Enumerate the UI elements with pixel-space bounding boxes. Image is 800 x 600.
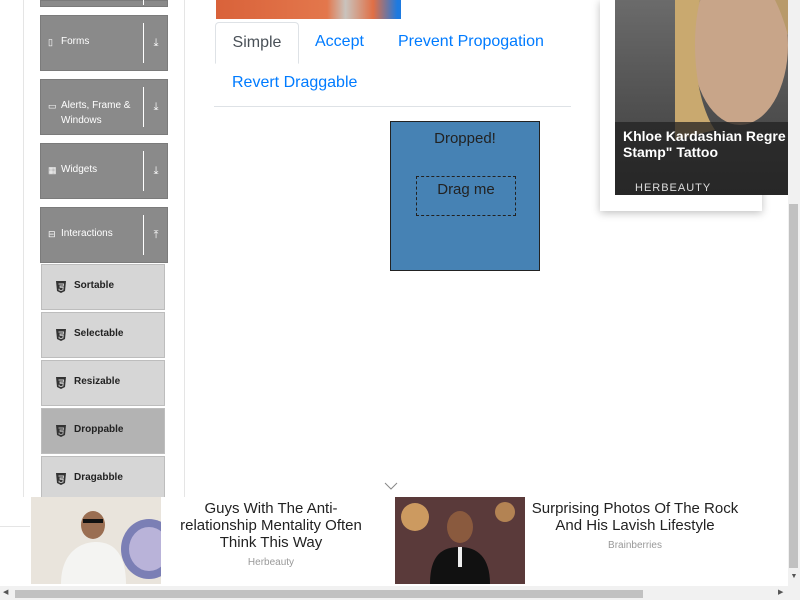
sidebar-group-alerts[interactable]: ▭ Alerts, Frame & Windows ⤓ (40, 79, 168, 135)
drag-box-text: Drag me (437, 181, 495, 198)
sidebar-item-sortable[interactable]: Sortable (41, 264, 165, 310)
group-separator (143, 23, 144, 63)
tab-revert-draggable[interactable]: Revert Draggable (232, 73, 357, 93)
sidebar-item-selectable[interactable]: Selectable (41, 312, 165, 358)
sidebar-item-droppable[interactable]: Droppable (41, 408, 165, 454)
sidebar-group-partial[interactable] (40, 0, 168, 7)
sidebar-item-dragabble[interactable]: Dragabble (41, 456, 165, 502)
tab-accept[interactable]: Accept (315, 32, 364, 52)
scroll-left-icon[interactable]: ◀ (3, 588, 11, 598)
ad-title-bottom-1[interactable]: Guys With The Anti-relationship Mentalit… (168, 500, 374, 551)
minus-square-icon: ⊟ (48, 229, 56, 239)
window-icon: ▭ (48, 101, 57, 111)
sidebar-border-left (23, 0, 24, 528)
group-separator (143, 215, 144, 255)
drag-box[interactable]: Drag me (416, 176, 516, 216)
ad-source-right: HERBEAUTY (635, 182, 712, 194)
tab-bar: Simple Accept Prevent Propogation Revert… (214, 22, 571, 107)
html5-icon (56, 329, 66, 341)
sidebar-group-label: Widgets (61, 164, 98, 175)
sidebar-item-resizable[interactable]: Resizable (41, 360, 165, 406)
sidebar-group-label: Forms (61, 36, 90, 47)
download-icon[interactable]: ⤓ (150, 100, 162, 114)
ad-source-bottom-1: Herbeauty (247, 557, 295, 568)
html5-icon (56, 281, 66, 293)
scroll-down-icon[interactable]: ▼ (789, 572, 799, 582)
html5-icon (56, 377, 66, 389)
horizontal-scrollbar-thumb[interactable] (15, 590, 643, 598)
group-separator (143, 0, 144, 5)
ad-image-bottom-2[interactable] (395, 497, 525, 584)
sidebar-item-label: Dragabble (74, 472, 123, 483)
tab-simple[interactable]: Simple (215, 22, 299, 64)
sidebar-group-widgets[interactable]: ▦ Widgets ⤓ (40, 143, 168, 199)
sidebar-group-interactions[interactable]: ⊟ Interactions ⤒ (40, 207, 168, 263)
html5-icon (56, 425, 66, 437)
group-separator (143, 151, 144, 191)
html5-icon (56, 473, 66, 485)
ad-title-right[interactable]: Khloe Kardashian Regre Stamp" Tattoo (623, 128, 798, 160)
sidebar-group-label: Interactions (61, 228, 113, 239)
vertical-scrollbar-thumb[interactable] (789, 204, 798, 568)
scroll-right-icon[interactable]: ▶ (778, 588, 786, 598)
sidebar-item-label: Sortable (74, 280, 115, 291)
tab-prevent-propogation[interactable]: Prevent Propogation (398, 32, 544, 52)
upload-icon[interactable]: ⤒ (150, 228, 162, 242)
sidebar-item-label: Droppable (74, 424, 124, 435)
grid-icon: ▦ (48, 165, 57, 175)
sidebar-group-forms[interactable]: ▯ Forms ⤓ (40, 15, 168, 71)
drop-target-text: Dropped! (434, 130, 496, 147)
sidebar-item-label: Selectable (74, 328, 124, 339)
document-icon: ▯ (48, 37, 53, 47)
download-icon[interactable]: ⤓ (150, 36, 162, 50)
top-banner-image (216, 0, 401, 19)
sidebar-item-label: Resizable (74, 376, 121, 387)
ad-image-bottom-1[interactable] (31, 497, 161, 584)
ad-source-bottom-2: Brainberries (608, 540, 662, 551)
ad-image-right[interactable] (615, 0, 800, 195)
chevron-down-icon[interactable] (384, 478, 398, 490)
download-icon[interactable]: ⤓ (150, 164, 162, 178)
ad-title-bottom-2[interactable]: Surprising Photos Of The Rock And His La… (524, 500, 746, 534)
ad-divider-line (0, 526, 30, 527)
group-separator (143, 87, 144, 127)
sidebar-border-right (184, 0, 185, 528)
sidebar-group-label: Alerts, Frame & Windows (61, 100, 131, 126)
